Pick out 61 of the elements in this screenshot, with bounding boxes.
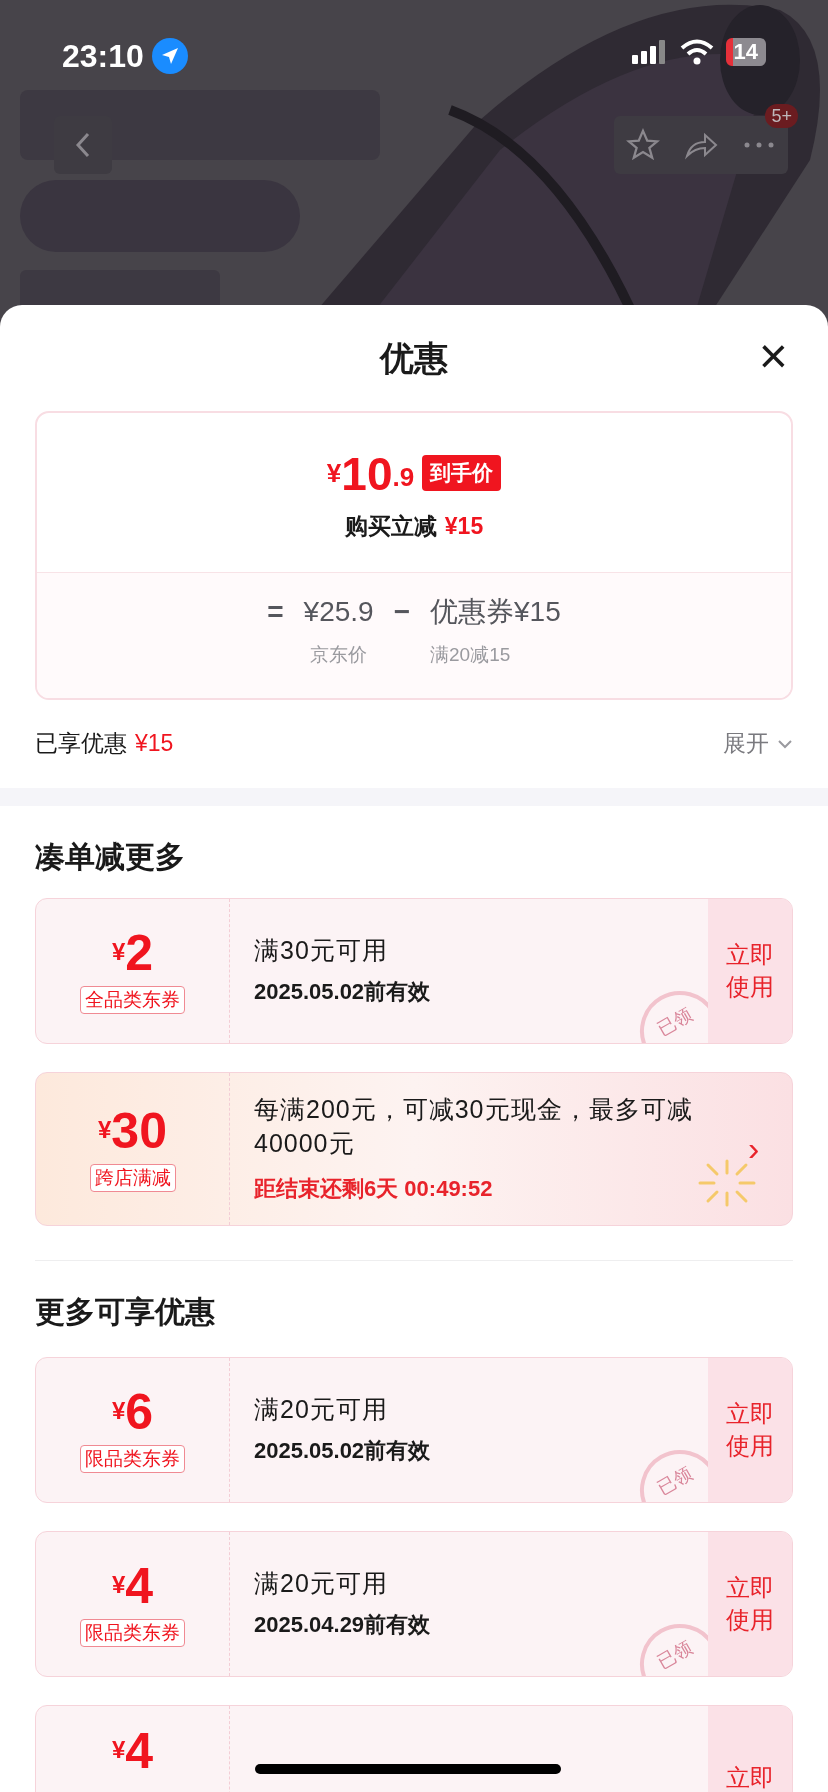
coupon-card[interactable]: ¥4 限品类东券 满20元可用 2025.04.29前有效 已领 立即使用	[35, 1530, 793, 1677]
coupon-condition: 满30元可用	[254, 935, 389, 966]
chevron-down-icon	[777, 738, 793, 749]
close-button[interactable]: ×	[758, 331, 788, 381]
currency-sign: ¥	[111, 1396, 126, 1424]
discount-summary: 购买立减	[344, 512, 437, 541]
coupon-value: ¥15	[514, 594, 561, 629]
expand-button[interactable]: 展开	[723, 726, 793, 761]
enjoyed-label: 已享优惠	[35, 729, 127, 759]
coupon-tag: 限品类东券	[80, 1618, 185, 1647]
equals-sign: =	[267, 594, 284, 629]
location-icon	[151, 38, 188, 74]
coupon-tag: 全品类东券	[80, 985, 185, 1014]
currency-sign: ¥	[111, 1570, 126, 1598]
final-price-decimal: .9	[392, 461, 415, 494]
coupon-amount: 30	[111, 1105, 167, 1156]
coupon-label: 优惠券	[430, 594, 515, 629]
coupon-validity: 2025.05.02前有效	[254, 1437, 432, 1465]
base-price-label: 京东价	[310, 642, 368, 667]
signal-icon	[631, 40, 668, 64]
use-now-button[interactable]: 立即使用	[708, 1357, 792, 1502]
coupon-tag: 跨店满减	[89, 1163, 176, 1192]
promotion-card[interactable]: ¥30 跨店满减 每满200元，可减30元现金，最多可减40000元 距结束还剩6天 00:49:52 ›	[35, 1071, 793, 1226]
coupon-validity: 2025.05.02前有效	[254, 978, 432, 1006]
share-icon	[683, 130, 719, 160]
base-price: ¥25.9	[303, 594, 374, 629]
final-price: 10	[341, 451, 393, 497]
use-now-button[interactable]: 立即使用	[708, 1531, 792, 1676]
use-now-button[interactable]: 立即	[708, 1705, 792, 1792]
coupon-amount: 6	[125, 1386, 154, 1437]
coupon-amount: 4	[125, 1725, 154, 1776]
enjoyed-amount: ¥15	[135, 729, 174, 759]
countdown-text: 距结束还剩6天 00:49:52	[254, 1175, 494, 1203]
discount-amount: ¥15	[444, 512, 484, 541]
section-title: 更多可享优惠	[35, 1294, 215, 1330]
star-icon	[626, 128, 660, 162]
coupon-amount: 2	[125, 927, 154, 978]
coupon-condition: 满20元可用	[254, 1568, 389, 1599]
coupon-rule: 满20减15	[430, 642, 511, 667]
more-icon	[744, 142, 774, 148]
coupon-amount: 4	[125, 1560, 154, 1611]
coupon-condition: 每满200元，可减30元现金，最多可减40000元	[254, 1094, 694, 1159]
coupon-condition: 满20元可用	[254, 1394, 389, 1425]
currency-sign: ¥	[111, 1735, 126, 1763]
coupon-validity: 2025.04.29前有效	[254, 1611, 432, 1639]
coupon-card[interactable]: ¥4 立即	[35, 1704, 793, 1792]
minus-sign: −	[393, 594, 411, 629]
wifi-icon	[679, 39, 714, 65]
section-title: 凑单减更多	[35, 839, 185, 875]
battery-indicator: 14	[725, 38, 766, 66]
use-now-button[interactable]: 立即使用	[708, 898, 792, 1043]
coupon-card[interactable]: ¥2 全品类东券 满30元可用 2025.05.02前有效 已领 立即使用	[35, 897, 793, 1044]
clock-time: 23:10	[62, 40, 144, 72]
chevron-right[interactable]: ›	[748, 1072, 792, 1225]
sheet-title: 优惠	[380, 337, 448, 379]
currency-sign: ¥	[111, 937, 126, 965]
coupon-card[interactable]: ¥6 限品类东券 满20元可用 2025.05.02前有效 已领 立即使用	[35, 1356, 793, 1503]
currency-sign: ¥	[98, 1115, 112, 1143]
price-tag: 到手价	[422, 455, 502, 491]
coupon-tag: 限品类东券	[80, 1444, 185, 1473]
currency-sign: ¥	[326, 457, 342, 488]
